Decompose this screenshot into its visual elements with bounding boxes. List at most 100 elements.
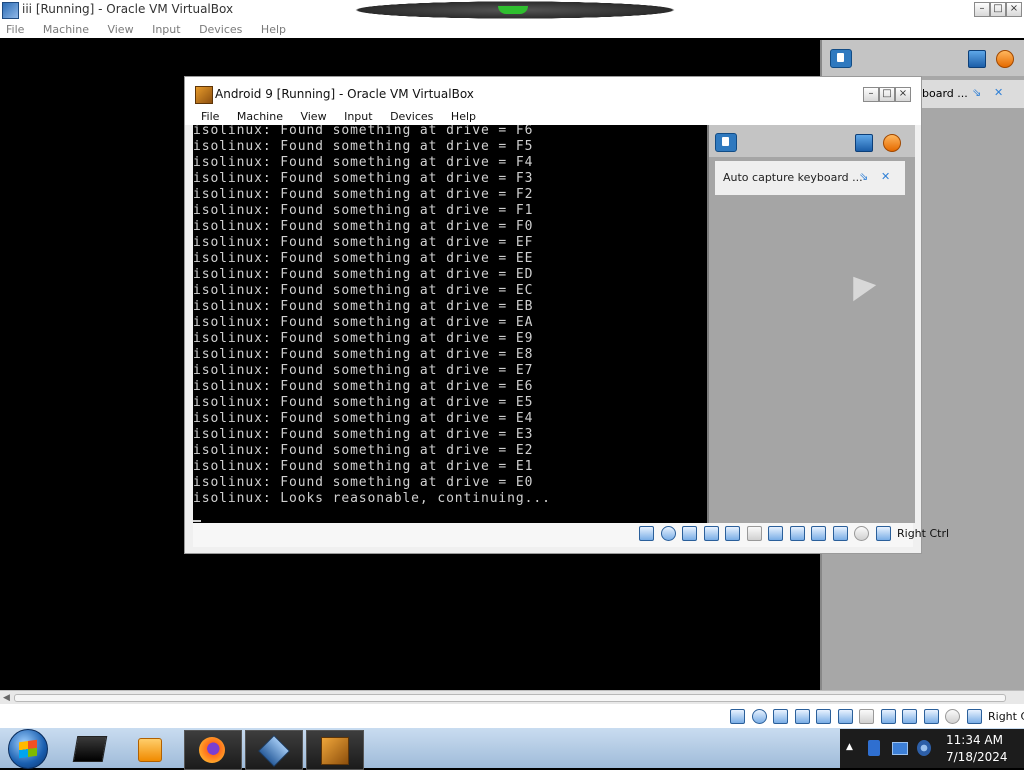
inner-notification-close-icon[interactable]: ✕: [881, 170, 890, 183]
outer-close-button[interactable]: ×: [1006, 2, 1022, 17]
inner-notification: Auto capture keyboard ... ⇘ ✕: [715, 161, 905, 195]
volume-tray-icon[interactable]: [917, 740, 931, 756]
outer-notification: board ... ⇘ ✕: [922, 80, 1024, 108]
outer-menu-file[interactable]: File: [6, 23, 24, 36]
taskbar-app-virtualbox[interactable]: [245, 730, 303, 770]
inner-usb-icon[interactable]: [725, 526, 740, 541]
inner-notification-panel: Auto capture keyboard ... ⇘ ✕: [707, 125, 915, 523]
keyboard-capture-icon[interactable]: [966, 709, 982, 724]
console-line: isolinux: Found something at drive = F5: [193, 139, 534, 154]
cpu-icon[interactable]: [923, 709, 939, 724]
inner-network-icon[interactable]: [703, 526, 719, 541]
vm-app-icon: [321, 737, 349, 765]
outer-panel-close-icon[interactable]: [996, 50, 1014, 68]
inner-maximize-button[interactable]: □: [879, 87, 895, 102]
clock-date[interactable]: 7/18/2024: [946, 750, 1008, 764]
console-line: isolinux: Found something at drive = E6: [193, 379, 534, 394]
hard-disk-icon[interactable]: [730, 709, 745, 724]
network-tray-icon[interactable]: [892, 742, 908, 755]
outer-minimize-button[interactable]: –: [974, 2, 990, 17]
outer-menu-view[interactable]: View: [107, 23, 133, 36]
console-line: isolinux: Found something at drive = F2: [193, 187, 534, 202]
console-line: isolinux: Found something at drive = E4: [193, 411, 534, 426]
inner-shared-folders-icon[interactable]: [746, 526, 762, 541]
inner-keyboard-capture-icon[interactable]: [875, 526, 891, 541]
clock-time[interactable]: 11:34 AM: [946, 733, 1003, 747]
display-icon[interactable]: [859, 709, 874, 724]
start-button[interactable]: [8, 729, 48, 769]
inner-panel-close-icon[interactable]: [883, 134, 901, 152]
inner-display-icon[interactable]: [768, 526, 783, 541]
network-icon[interactable]: [794, 709, 810, 724]
outer-menu-devices[interactable]: Devices: [199, 23, 242, 36]
console-line: isolinux: Found something at drive = F1: [193, 203, 534, 218]
virtualization-icon[interactable]: [902, 709, 917, 724]
inner-notification-pin-icon[interactable]: ⇘: [859, 170, 868, 183]
console-line: isolinux: Found something at drive = E7: [193, 363, 534, 378]
outer-menu-machine[interactable]: Machine: [43, 23, 89, 36]
shared-folders-icon[interactable]: [837, 709, 853, 724]
outer-host-key-label[interactable]: Right Ctrl: [988, 710, 1024, 723]
console-line: isolinux: Found something at drive = F6: [193, 125, 534, 138]
console-line: isolinux: Found something at drive = E2: [193, 443, 534, 458]
virtualbox-vm-icon: [2, 2, 19, 19]
inner-menu-file[interactable]: File: [201, 110, 219, 123]
inner-cpu-icon[interactable]: [832, 526, 848, 541]
scroll-left-icon[interactable]: ◀: [3, 693, 10, 703]
taskbar-app-vm[interactable]: [306, 730, 364, 770]
console-line: isolinux: Found something at drive = F0: [193, 219, 534, 234]
inner-optical-drive-icon[interactable]: [660, 526, 676, 541]
inner-panel-toggle-icon[interactable]: [855, 134, 873, 152]
inner-hard-disk-icon[interactable]: [639, 526, 654, 541]
outer-panel-toggle-icon[interactable]: [968, 50, 986, 68]
inner-mouse-integration-icon[interactable]: [854, 526, 869, 541]
vm-mini-toolbar[interactable]: [330, 0, 700, 20]
outer-menu-help[interactable]: Help: [261, 23, 286, 36]
show-hidden-icons-icon[interactable]: ▲: [846, 742, 853, 752]
inner-video-capture-icon[interactable]: [789, 526, 805, 541]
outer-status-bar: Right Ctrl: [0, 704, 1024, 728]
inner-audio-icon[interactable]: [682, 526, 697, 541]
vm-console-screen[interactable]: isolinux: Found something at drive = F6 i…: [193, 125, 707, 523]
audio-icon[interactable]: [773, 709, 788, 724]
inner-virtualization-icon[interactable]: [811, 526, 826, 541]
inner-minimize-button[interactable]: –: [863, 87, 879, 102]
video-capture-icon[interactable]: [880, 709, 896, 724]
system-tray: ▲ 11:34 AM 7/18/2024: [840, 729, 1024, 768]
mouse-pointer-icon: [841, 268, 877, 302]
inner-menu-view[interactable]: View: [300, 110, 326, 123]
taskbar-app-terminal[interactable]: [62, 730, 118, 768]
outer-title-bar[interactable]: iii [Running] - Oracle VM VirtualBox – □…: [0, 0, 1024, 20]
inner-menu-machine[interactable]: Machine: [237, 110, 283, 123]
inner-title-bar[interactable]: Android 9 [Running] - Oracle VM VirtualB…: [185, 77, 921, 109]
taskbar-app-media-player[interactable]: [122, 730, 178, 768]
virtualbox-icon: [258, 735, 290, 767]
usb-icon[interactable]: [816, 709, 831, 724]
inner-vm-window[interactable]: Android 9 [Running] - Oracle VM VirtualB…: [184, 76, 949, 554]
outer-notification-close-icon[interactable]: ✕: [994, 86, 1003, 99]
tray-app-icon[interactable]: [868, 740, 880, 756]
outer-maximize-button[interactable]: □: [990, 2, 1006, 17]
console-line: isolinux: Found something at drive = E0: [193, 475, 534, 490]
console-line: isolinux: Found something at drive = EA: [193, 315, 534, 330]
inner-message-center-icon[interactable]: [715, 133, 737, 152]
outer-horizontal-scrollbar[interactable]: ◀: [0, 690, 1024, 705]
inner-menu-input[interactable]: Input: [344, 110, 372, 123]
outer-menu-input[interactable]: Input: [152, 23, 180, 36]
scrollbar-thumb[interactable]: [14, 694, 1006, 702]
inner-panel-toolbar: [709, 125, 915, 157]
console-line: isolinux: Found something at drive = E3: [193, 427, 534, 442]
taskbar-app-firefox[interactable]: [184, 730, 242, 770]
mouse-integration-icon[interactable]: [945, 709, 960, 724]
inner-notification-text: Auto capture keyboard ...: [723, 171, 863, 184]
inner-menu-devices[interactable]: Devices: [390, 110, 433, 123]
inner-host-key-label[interactable]: Right Ctrl: [897, 527, 949, 540]
outer-message-center-icon[interactable]: [830, 49, 852, 68]
inner-close-button[interactable]: ×: [895, 87, 911, 102]
outer-notification-pin-icon[interactable]: ⇘: [972, 86, 981, 99]
optical-drive-icon[interactable]: [751, 709, 767, 724]
console-line: isolinux: Looks reasonable, continuing..…: [193, 491, 551, 506]
inner-menu-bar: File Machine View Input Devices Help: [185, 109, 921, 125]
inner-menu-help[interactable]: Help: [451, 110, 476, 123]
firefox-icon: [199, 737, 225, 763]
